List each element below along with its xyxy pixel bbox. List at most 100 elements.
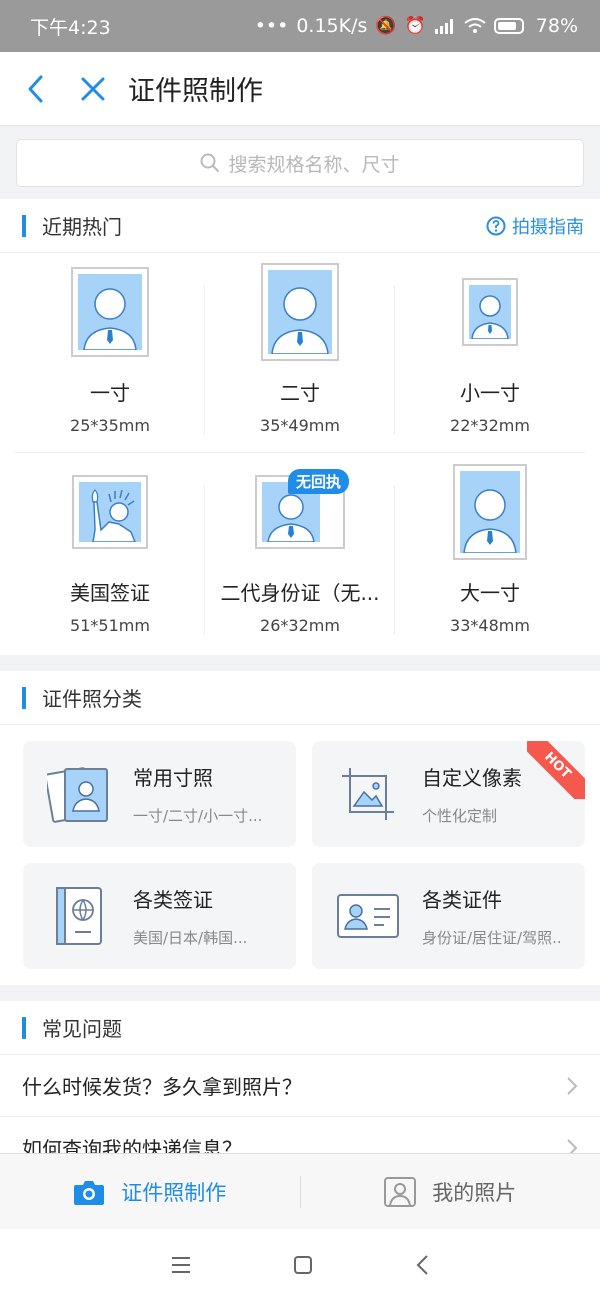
passport-icon: [39, 886, 119, 946]
category-title: 自定义像素: [422, 766, 522, 790]
tab-label: 证件照制作: [121, 1180, 227, 1205]
hot-grid: 一寸 25*35mm 二寸 35*49mm 小一寸 22*32mm 美国签证 5…: [15, 253, 600, 653]
hot-item-name: 美国签证: [70, 581, 150, 605]
photo-thumbnail: [453, 464, 527, 560]
tab-my-photos[interactable]: 我的照片: [301, 1154, 600, 1230]
faq-item[interactable]: 什么时候发货？多久拿到照片？: [0, 1055, 600, 1117]
home-icon[interactable]: [293, 1255, 313, 1275]
photo-thumbnail: [462, 278, 518, 346]
alarm-icon: ⏰: [404, 16, 426, 36]
portrait-icon: [460, 471, 520, 553]
no-receipt-badge: 无回执: [287, 469, 349, 494]
category-visa[interactable]: 各类签证 美国/日本/韩国...: [23, 863, 296, 969]
hot-item-size: 26*32mm: [260, 616, 340, 635]
statue-of-liberty-icon: [79, 482, 141, 542]
shooting-guide-link[interactable]: 拍摄指南: [486, 213, 584, 239]
portrait-icon: [268, 270, 332, 354]
signal-icon: [434, 19, 453, 34]
faq-header: 常见问题: [0, 1001, 600, 1055]
search-input[interactable]: 搜索规格名称、尺寸: [16, 139, 584, 187]
category-section: 证件照分类 常用寸照 一寸/二寸/小一寸... 自定义像素 个性化定制 HOT: [0, 671, 600, 985]
category-grid: 常用寸照 一寸/二寸/小一寸... 自定义像素 个性化定制 HOT 各类签证 美…: [0, 725, 600, 985]
mute-icon: 🔕: [375, 16, 397, 36]
category-subtitle: 身份证/居住证/驾照..: [422, 929, 562, 947]
photo-thumbnail: [71, 267, 149, 357]
hot-title: 近期热门: [42, 215, 122, 239]
category-subtitle: 一寸/二寸/小一寸...: [133, 807, 263, 825]
hot-item-dayicun[interactable]: 大一寸 33*48mm: [395, 453, 585, 653]
status-dots: •••: [254, 15, 289, 37]
category-title: 常用寸照: [133, 766, 213, 790]
battery-percent: 78%: [535, 15, 578, 37]
id-card-icon: [328, 893, 408, 939]
bottom-tab-bar: 证件照制作 我的照片: [0, 1153, 600, 1229]
chevron-right-icon: [567, 1076, 578, 1095]
hot-item-size: 22*32mm: [450, 416, 530, 435]
guide-label: 拍摄指南: [512, 216, 584, 238]
hot-item-size: 33*48mm: [450, 616, 530, 635]
search-area: 搜索规格名称、尺寸: [0, 127, 600, 199]
hot-item-1cun[interactable]: 一寸 25*35mm: [15, 253, 205, 453]
photo-thumbnail: [261, 263, 339, 361]
section-marker: [22, 686, 26, 709]
photo-thumbnail: 无回执: [255, 469, 349, 549]
portrait-icon: [469, 285, 511, 339]
camera-icon: [74, 1180, 105, 1205]
hot-item-size: 51*51mm: [70, 616, 150, 635]
status-time: 下午4:23: [30, 16, 111, 39]
search-icon: [200, 153, 220, 172]
status-indicators: ••• 0.15K/s 🔕 ⏰ 78%: [255, 15, 578, 37]
category-id-docs[interactable]: 各类证件 身份证/居住证/驾照..: [312, 863, 585, 969]
tab-label: 我的照片: [432, 1180, 517, 1205]
hot-ribbon: HOT: [527, 741, 585, 799]
hot-item-2cun[interactable]: 二寸 35*49mm: [205, 253, 395, 453]
hot-item-xiaoyicun[interactable]: 小一寸 22*32mm: [395, 253, 585, 453]
chevron-right-icon: [567, 1138, 578, 1153]
photo-stack-icon: [39, 763, 119, 825]
category-title: 证件照分类: [42, 687, 142, 711]
faq-question: 什么时候发货？多久拿到照片？: [22, 1075, 302, 1099]
help-circle-icon: [486, 216, 506, 235]
hot-item-name: 大一寸: [460, 581, 520, 605]
hot-item-name: 一寸: [90, 381, 130, 405]
battery-icon: [493, 18, 524, 34]
faq-title: 常见问题: [42, 1017, 122, 1041]
system-nav-bar: [0, 1229, 600, 1300]
hot-section: 近期热门 拍摄指南 一寸 25*35mm 二寸 35*49mm 小一寸 22*3…: [0, 199, 600, 655]
close-button[interactable]: [66, 52, 120, 126]
back-button[interactable]: [8, 52, 62, 126]
category-title: 各类签证: [133, 888, 213, 912]
menu-icon[interactable]: [171, 1256, 191, 1274]
section-marker: [22, 1016, 26, 1039]
faq-section: 常见问题 什么时候发货？多久拿到照片？ 如何查询我的快递信息？: [0, 1001, 600, 1153]
photo-thumbnail: [72, 475, 148, 549]
section-marker: [22, 214, 26, 237]
status-bar: 下午4:23 ••• 0.15K/s 🔕 ⏰ 78%: [0, 0, 600, 52]
category-header: 证件照分类: [0, 671, 600, 725]
category-common-photo[interactable]: 常用寸照 一寸/二寸/小一寸...: [23, 741, 296, 847]
faq-question: 如何查询我的快递信息？: [22, 1137, 242, 1153]
hot-item-name: 小一寸: [460, 381, 520, 405]
hot-item-size: 25*35mm: [70, 416, 150, 435]
hot-header: 近期热门 拍摄指南: [0, 199, 600, 253]
tab-make-photo[interactable]: 证件照制作: [0, 1154, 300, 1230]
hot-item-size: 35*49mm: [260, 416, 340, 435]
close-icon: [81, 77, 105, 100]
hot-item-name: 二代身份证（无...: [220, 581, 380, 605]
crop-image-icon: [328, 766, 408, 822]
hot-item-id-card[interactable]: 无回执 二代身份证（无... 26*32mm: [205, 453, 395, 653]
faq-item[interactable]: 如何查询我的快递信息？: [0, 1117, 600, 1153]
category-custom-pixel[interactable]: 自定义像素 个性化定制 HOT: [312, 741, 585, 847]
category-title: 各类证件: [422, 888, 502, 912]
chevron-left-icon: [28, 75, 43, 102]
hot-item-name: 二寸: [280, 381, 320, 405]
hot-ribbon-label: HOT: [527, 741, 585, 799]
back-icon[interactable]: [415, 1254, 429, 1276]
wifi-icon: [464, 18, 486, 33]
nav-bar: 证件照制作: [0, 52, 600, 126]
hot-item-us-visa[interactable]: 美国签证 51*51mm: [15, 453, 205, 653]
category-subtitle: 个性化定制: [422, 807, 498, 825]
portrait-icon: [78, 274, 142, 350]
user-photo-icon: [384, 1176, 417, 1207]
page-title: 证件照制作: [128, 76, 263, 107]
